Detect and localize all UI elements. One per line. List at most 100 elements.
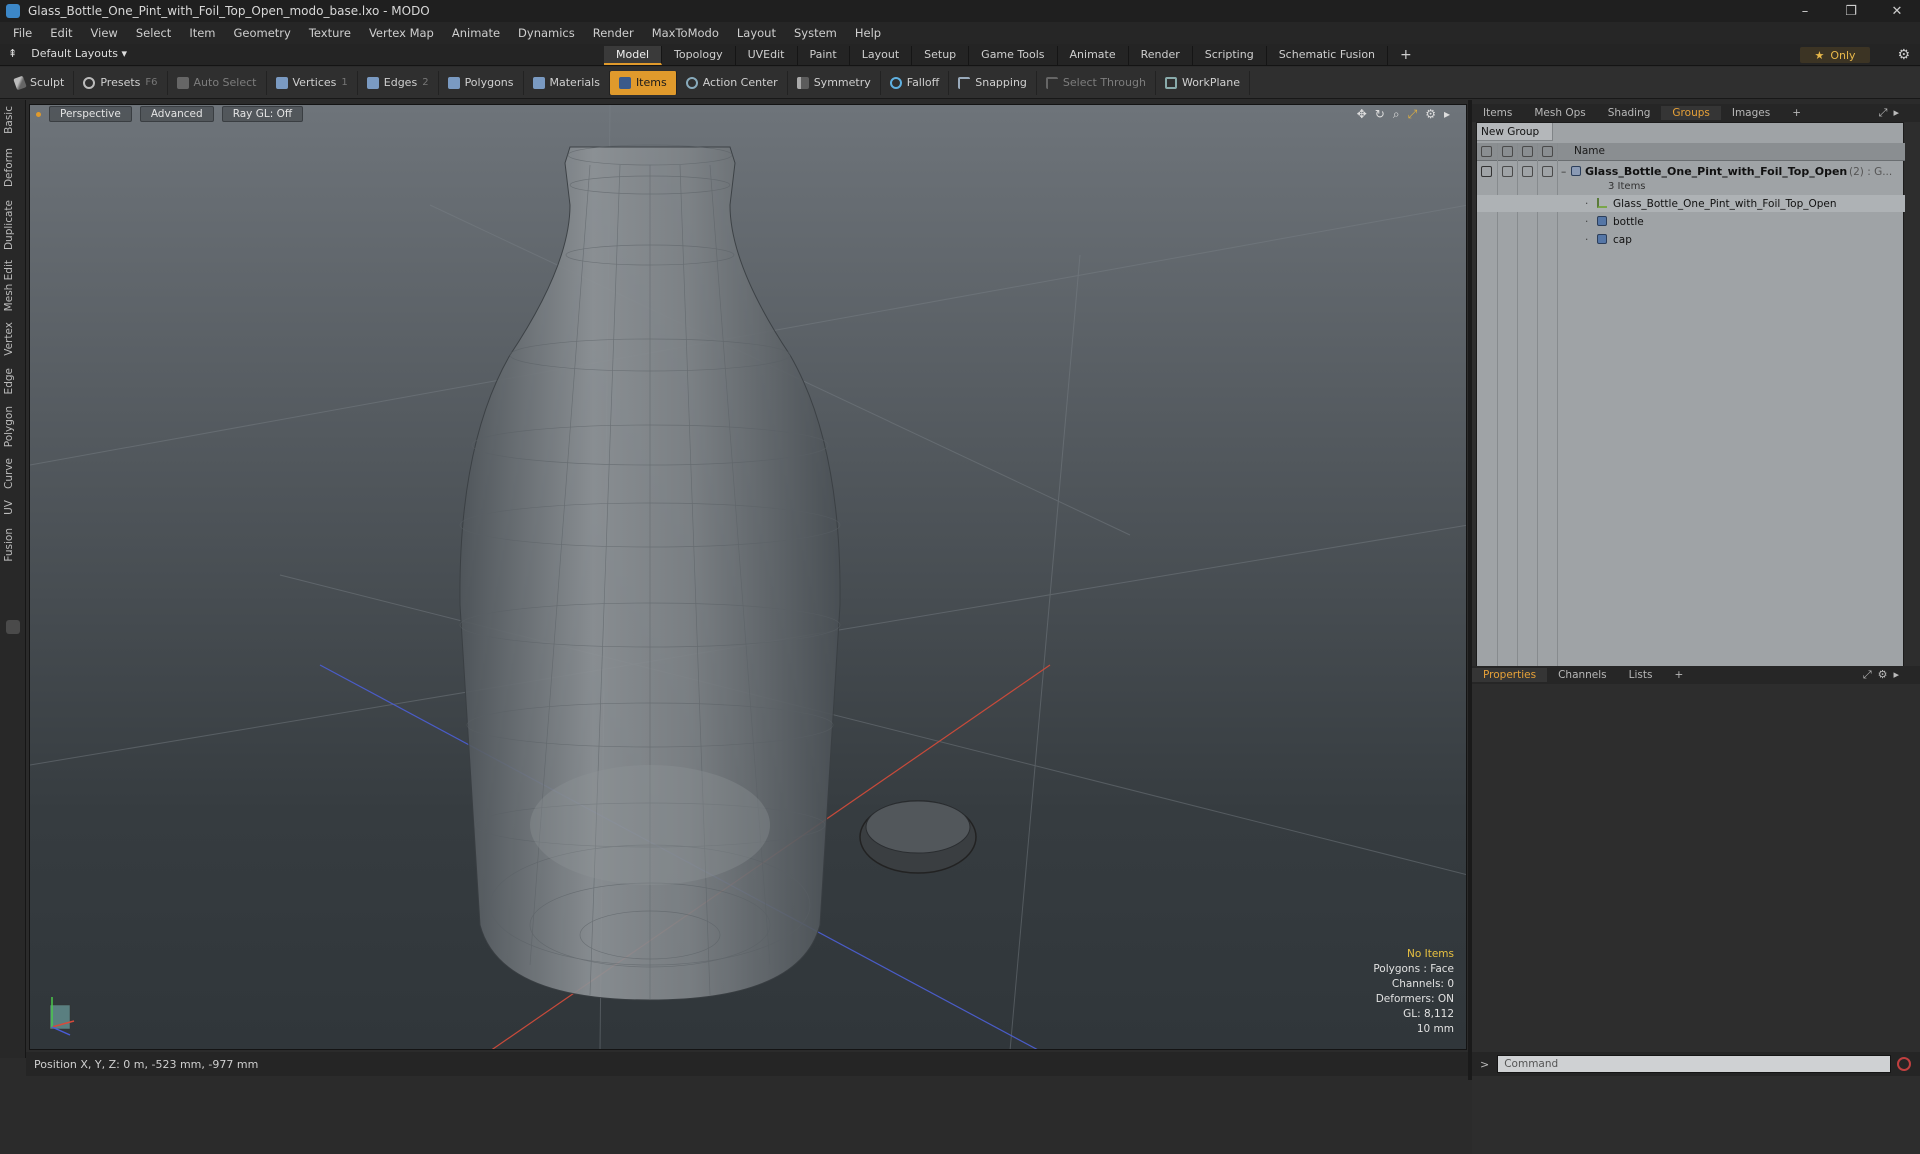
tab-layout[interactable]: Layout — [850, 46, 913, 65]
pan-icon[interactable]: ✥ — [1357, 107, 1367, 122]
vertices-button[interactable]: Vertices 1 — [267, 70, 358, 95]
close-button[interactable]: ✕ — [1874, 0, 1920, 22]
render-toggle-icon[interactable] — [1502, 166, 1513, 177]
lock-col-icon[interactable] — [1522, 146, 1533, 157]
auto-select-button[interactable]: Auto Select — [168, 70, 267, 95]
snapping-button[interactable]: Snapping — [949, 70, 1037, 95]
menu-help[interactable]: Help — [846, 26, 890, 40]
raygl-button[interactable]: Ray GL: Off — [221, 106, 304, 122]
side-tab-curve[interactable]: Curve — [3, 458, 15, 489]
polygons-button[interactable]: Polygons — [439, 70, 524, 95]
tab-groups[interactable]: Groups — [1661, 106, 1721, 120]
tab-channels[interactable]: Channels — [1547, 668, 1618, 682]
fit-icon[interactable]: ⤢ — [1408, 107, 1418, 122]
only-toggle[interactable]: ★ Only — [1800, 47, 1870, 63]
viewport-settings-icon[interactable]: ⚙ — [1425, 107, 1436, 122]
tab-model[interactable]: Model — [604, 46, 663, 65]
side-tab-deform[interactable]: Deform — [3, 148, 15, 187]
shading-mode-button[interactable]: Advanced — [139, 106, 214, 122]
zoom-icon[interactable]: ⌕ — [1393, 107, 1400, 122]
strip-options-icon[interactable] — [6, 620, 20, 634]
symmetry-button[interactable]: Symmetry — [788, 70, 881, 95]
menu-dynamics[interactable]: Dynamics — [509, 26, 584, 40]
menu-layout[interactable]: Layout — [728, 26, 785, 40]
add-tab-button[interactable]: + — [1388, 46, 1424, 65]
tab-properties[interactable]: Properties — [1472, 668, 1548, 682]
restore-button[interactable]: ❐ — [1828, 0, 1874, 22]
add-panel-tab-button[interactable]: + — [1781, 106, 1812, 120]
falloff-button[interactable]: Falloff — [881, 70, 950, 95]
visibility-col-icon[interactable] — [1481, 146, 1492, 157]
layout-selector[interactable]: ⇞ Default Layouts ▾ — [8, 47, 127, 60]
tab-topology[interactable]: Topology — [662, 46, 736, 65]
list-item-bottle[interactable]: · bottle — [1477, 213, 1905, 230]
minimize-button[interactable]: – — [1782, 0, 1828, 22]
tab-animate[interactable]: Animate — [1058, 46, 1129, 65]
viewport-expand-icon[interactable]: ▸ — [1444, 107, 1450, 122]
props-options-icons[interactable]: ⤢⚙▸ — [1852, 667, 1916, 683]
list-item-cap[interactable]: · cap — [1477, 231, 1905, 248]
list-item-locator[interactable]: · Glass_Bottle_One_Pint_with_Foil_Top_Op… — [1477, 195, 1905, 212]
layout-collapse-icon[interactable]: ⇞ — [8, 47, 17, 60]
presets-button[interactable]: Presets F6 — [74, 70, 168, 95]
tab-scripting[interactable]: Scripting — [1193, 46, 1267, 65]
sculpt-button[interactable]: Sculpt — [6, 70, 75, 95]
side-tab-fusion[interactable]: Fusion — [3, 528, 15, 562]
menu-file[interactable]: File — [4, 26, 41, 40]
menu-maxtomodo[interactable]: MaxToModo — [643, 26, 728, 40]
workplane-button[interactable]: WorkPlane — [1156, 70, 1250, 95]
collapse-arrow-icon[interactable]: – — [1561, 166, 1566, 178]
tab-lists[interactable]: Lists — [1618, 668, 1664, 682]
select-through-button[interactable]: Select Through — [1037, 70, 1156, 95]
viewport-menu-dot[interactable] — [36, 111, 41, 117]
menu-render[interactable]: Render — [584, 26, 643, 40]
eye-icon[interactable] — [1481, 166, 1492, 177]
add-props-tab-button[interactable]: + — [1663, 668, 1694, 682]
position-readout: Position X, Y, Z: 0 m, -523 mm, -977 mm — [34, 1057, 259, 1071]
select-col-icon[interactable] — [1542, 146, 1553, 157]
panel-options-icons[interactable]: ⤢▸ — [1868, 105, 1916, 121]
select-toggle-icon[interactable] — [1542, 166, 1553, 177]
tab-setup[interactable]: Setup — [912, 46, 970, 65]
tab-render[interactable]: Render — [1129, 46, 1193, 65]
stop-icon[interactable] — [1897, 1057, 1912, 1071]
side-tab-vertex[interactable]: Vertex — [3, 322, 15, 356]
tab-images[interactable]: Images — [1721, 106, 1781, 120]
tab-paint[interactable]: Paint — [798, 46, 850, 65]
menu-edit[interactable]: Edit — [41, 26, 81, 40]
tab-mesh-ops[interactable]: Mesh Ops — [1523, 106, 1596, 120]
tab-items[interactable]: Items — [1472, 106, 1523, 120]
3d-viewport[interactable]: Perspective Advanced Ray GL: Off ✥ ↻ ⌕ ⤢… — [29, 104, 1467, 1050]
side-tab-polygon[interactable]: Polygon — [3, 406, 15, 447]
materials-button[interactable]: Materials — [524, 70, 610, 95]
gear-icon[interactable]: ⚙ — [1897, 47, 1910, 63]
items-button[interactable]: Items — [609, 70, 677, 95]
tab-shading[interactable]: Shading — [1597, 106, 1662, 120]
view-type-button[interactable]: Perspective — [49, 106, 132, 122]
menu-select[interactable]: Select — [127, 26, 180, 40]
tab-uvedit[interactable]: UVEdit — [736, 46, 798, 65]
tab-schematic-fusion[interactable]: Schematic Fusion — [1267, 46, 1389, 65]
menu-animate[interactable]: Animate — [443, 26, 509, 40]
tab-game-tools[interactable]: Game Tools — [969, 46, 1058, 65]
name-column-header[interactable]: Name — [1574, 145, 1605, 157]
new-group-button[interactable]: New Group — [1477, 123, 1553, 141]
side-tab-mesh-edit[interactable]: Mesh Edit — [3, 260, 15, 311]
command-input[interactable]: Command — [1497, 1055, 1892, 1073]
menu-geometry[interactable]: Geometry — [225, 26, 300, 40]
menu-texture[interactable]: Texture — [300, 26, 360, 40]
edges-button[interactable]: Edges 2 — [358, 70, 439, 95]
side-tab-duplicate[interactable]: Duplicate — [3, 200, 15, 250]
side-tab-basic[interactable]: Basic — [3, 106, 15, 134]
side-tab-edge[interactable]: Edge — [3, 368, 15, 394]
render-col-icon[interactable] — [1502, 146, 1513, 157]
rotate-icon[interactable]: ↻ — [1375, 107, 1385, 122]
action-center-button[interactable]: Action Center — [677, 70, 788, 95]
menu-system[interactable]: System — [785, 26, 846, 40]
side-tab-uv[interactable]: UV — [3, 500, 15, 515]
lock-toggle-icon[interactable] — [1522, 166, 1533, 177]
snapping-icon — [958, 76, 971, 89]
menu-view[interactable]: View — [82, 26, 127, 40]
menu-item[interactable]: Item — [180, 26, 224, 40]
menu-vertex-map[interactable]: Vertex Map — [360, 26, 443, 40]
